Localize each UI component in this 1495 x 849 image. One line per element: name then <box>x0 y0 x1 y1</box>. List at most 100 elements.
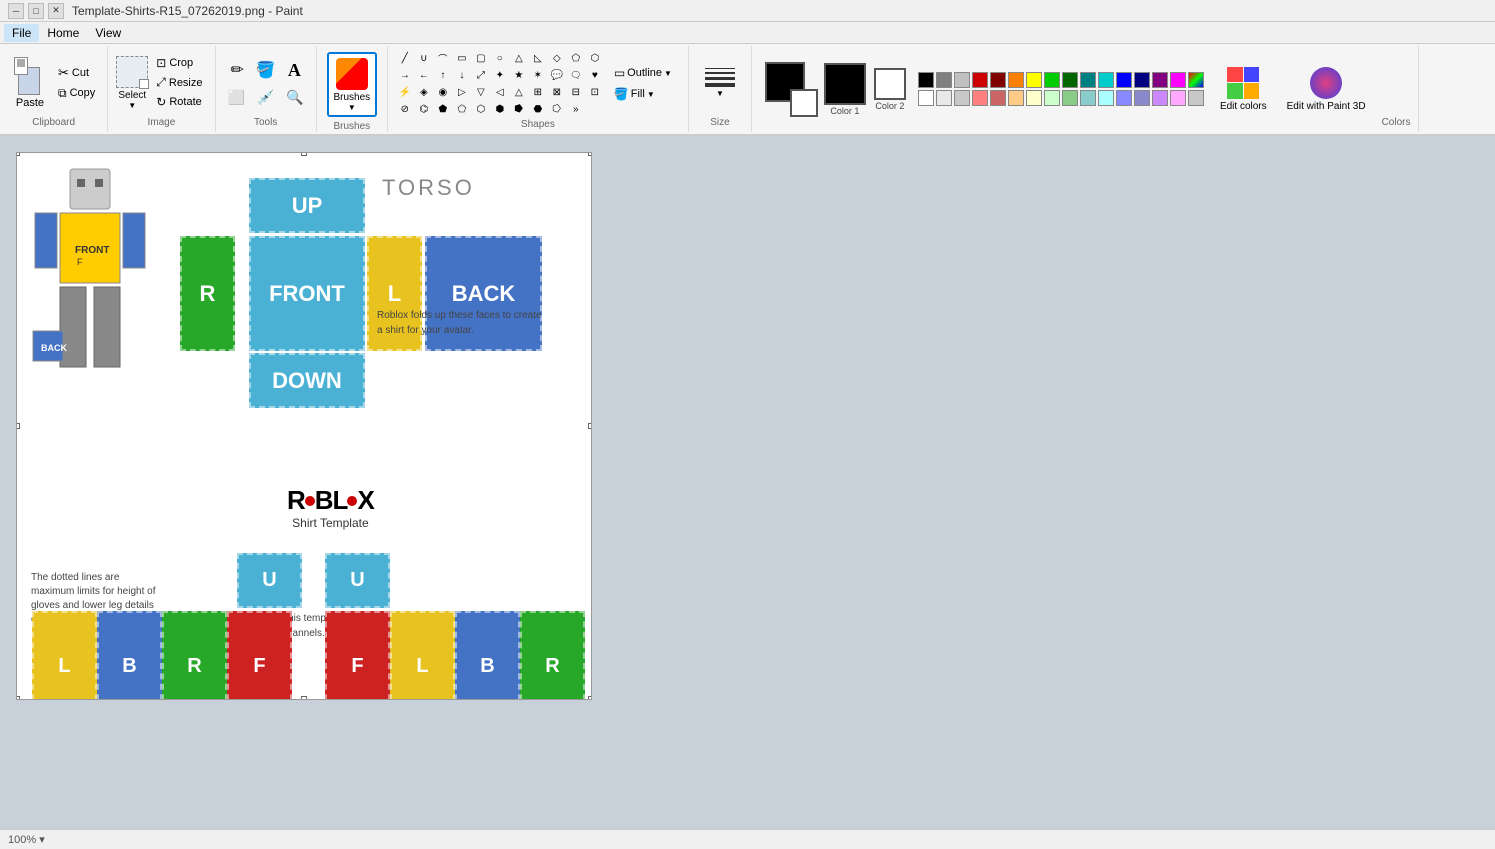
close-button[interactable]: ✕ <box>48 3 64 19</box>
menu-home[interactable]: Home <box>39 24 87 42</box>
crop-button[interactable]: ⊡ Crop <box>152 54 206 72</box>
menu-view[interactable]: View <box>87 24 129 42</box>
fill-button[interactable]: 🪣 <box>252 58 280 83</box>
swatch-yellow[interactable] <box>1026 72 1042 88</box>
swatch-gray2[interactable] <box>1188 90 1204 106</box>
swatch-mgreen[interactable] <box>1062 90 1078 106</box>
shape-star4[interactable]: ✦ <box>491 67 509 83</box>
color1-large[interactable] <box>824 63 866 105</box>
swatch-white[interactable] <box>918 90 934 106</box>
swatch-blue[interactable] <box>1116 72 1132 88</box>
shape-triangle[interactable]: △ <box>510 50 528 66</box>
shape-moreH[interactable]: ⭓ <box>510 101 528 117</box>
shape-moreD[interactable]: ⬟ <box>434 101 452 117</box>
swatch-lpurple[interactable] <box>1152 90 1168 106</box>
shape-moreI[interactable]: ⬣ <box>529 101 547 117</box>
paint-canvas[interactable]: FRONT F BACK TORSO UP <box>16 152 592 700</box>
shape-arrow-r[interactable]: → <box>396 67 414 83</box>
shape-moreA[interactable]: ⊡ <box>586 84 604 100</box>
shape-more4[interactable]: ▽ <box>472 84 490 100</box>
shape-more6[interactable]: △ <box>510 84 528 100</box>
pencil-button[interactable]: ✏ <box>226 58 247 83</box>
swatch-lpink[interactable] <box>1170 90 1186 106</box>
swatch-lblue[interactable] <box>1116 90 1132 106</box>
shape-roundrect[interactable]: ▢ <box>472 50 490 66</box>
cut-button[interactable]: ✂ Cut <box>54 63 99 83</box>
shape-arrow-l[interactable]: ← <box>415 67 433 83</box>
fill-dropdown[interactable]: 🪣 Fill ▼ <box>610 85 676 103</box>
shape-heart[interactable]: ♥ <box>586 67 604 83</box>
shape-freeform[interactable]: ⌒ <box>434 50 452 66</box>
swatch-dblue[interactable] <box>1134 72 1150 88</box>
shape-moreJ[interactable]: ⭔ <box>548 101 566 117</box>
swatch-mlblue[interactable] <box>1134 90 1150 106</box>
resize-button[interactable]: ⤢ Resize <box>152 73 206 92</box>
shape-star5[interactable]: ★ <box>510 67 528 83</box>
maximize-button[interactable]: □ <box>28 3 44 19</box>
edit-colors-button[interactable]: Edit colors <box>1212 59 1275 119</box>
size-button[interactable]: ▼ <box>697 53 743 113</box>
menu-file[interactable]: File <box>4 24 39 42</box>
shape-more1[interactable]: ◈ <box>415 84 433 100</box>
copy-button[interactable]: ⧉ Copy <box>54 84 99 103</box>
swatch-lorange[interactable] <box>1008 90 1024 106</box>
swatch-lteal[interactable] <box>1080 90 1096 106</box>
swatch-mgray[interactable] <box>954 90 970 106</box>
shape-moreC[interactable]: ⌬ <box>415 101 433 117</box>
swatch-xgray[interactable] <box>936 90 952 106</box>
color2-large[interactable] <box>874 68 906 100</box>
shape-more7[interactable]: ⊞ <box>529 84 547 100</box>
shape-moreF[interactable]: ⬡ <box>472 101 490 117</box>
paste-button[interactable]: Paste <box>8 53 52 113</box>
swatch-black[interactable] <box>918 72 934 88</box>
swatch-orange[interactable] <box>1008 72 1024 88</box>
brushes-button[interactable]: Brushes ▼ <box>327 52 377 117</box>
shape-diamond[interactable]: ◇ <box>548 50 566 66</box>
shape-callout2[interactable]: 🗨 <box>567 67 585 83</box>
swatch-cyan[interactable] <box>1098 72 1114 88</box>
swatch-green[interactable] <box>1044 72 1060 88</box>
picker-button[interactable]: 💉 <box>253 87 278 108</box>
swatch-lred[interactable] <box>972 90 988 106</box>
swatch-teal[interactable] <box>1080 72 1096 88</box>
outline-dropdown[interactable]: ▭ Outline ▼ <box>610 64 676 82</box>
shape-lightning[interactable]: ⚡ <box>396 84 414 100</box>
shape-moreG[interactable]: ⬢ <box>491 101 509 117</box>
color2-swatch[interactable] <box>790 89 818 117</box>
text-button[interactable]: A <box>284 58 305 83</box>
swatch-mred[interactable] <box>990 90 1006 106</box>
shape-more5[interactable]: ◁ <box>491 84 509 100</box>
swatch-purple[interactable] <box>1152 72 1168 88</box>
swatch-lyellow[interactable] <box>1026 90 1042 106</box>
shape-arrow-u[interactable]: ↑ <box>434 67 452 83</box>
swatch-red[interactable] <box>972 72 988 88</box>
shape-rect[interactable]: ▭ <box>453 50 471 66</box>
shape-line[interactable]: ╱ <box>396 50 414 66</box>
shape-more2[interactable]: ◉ <box>434 84 452 100</box>
shape-callout[interactable]: 💬 <box>548 67 566 83</box>
shape-more-arrow[interactable]: » <box>567 101 585 117</box>
minimize-button[interactable]: ─ <box>8 3 24 19</box>
swatch-lgray[interactable] <box>954 72 970 88</box>
swatch-dred[interactable] <box>990 72 1006 88</box>
swatch-lgreen[interactable] <box>1044 90 1060 106</box>
shape-star6[interactable]: ✶ <box>529 67 547 83</box>
edit-paint3d-button[interactable]: Edit with Paint 3D <box>1279 59 1374 119</box>
shape-ellipse[interactable]: ○ <box>491 50 509 66</box>
shape-moreB[interactable]: ⊘ <box>396 101 414 117</box>
swatch-dgray[interactable] <box>936 72 952 88</box>
rotate-button[interactable]: ↻ Rotate <box>152 93 206 111</box>
swatch-lcyan[interactable] <box>1098 90 1114 106</box>
swatch-pink[interactable] <box>1170 72 1186 88</box>
magnify-button[interactable]: 🔍 <box>282 87 307 108</box>
shape-hexagon[interactable]: ⬡ <box>586 50 604 66</box>
shape-curve[interactable]: ∪ <box>415 50 433 66</box>
shape-more8[interactable]: ⊠ <box>548 84 566 100</box>
swatch-dgreen[interactable] <box>1062 72 1078 88</box>
swatch-special[interactable] <box>1188 72 1204 88</box>
shape-arrow-d[interactable]: ↓ <box>453 67 471 83</box>
shape-more9[interactable]: ⊟ <box>567 84 585 100</box>
shape-more3[interactable]: ▷ <box>453 84 471 100</box>
shape-4arrow[interactable]: ⤢ <box>472 67 490 83</box>
shape-moreE[interactable]: ⬠ <box>453 101 471 117</box>
